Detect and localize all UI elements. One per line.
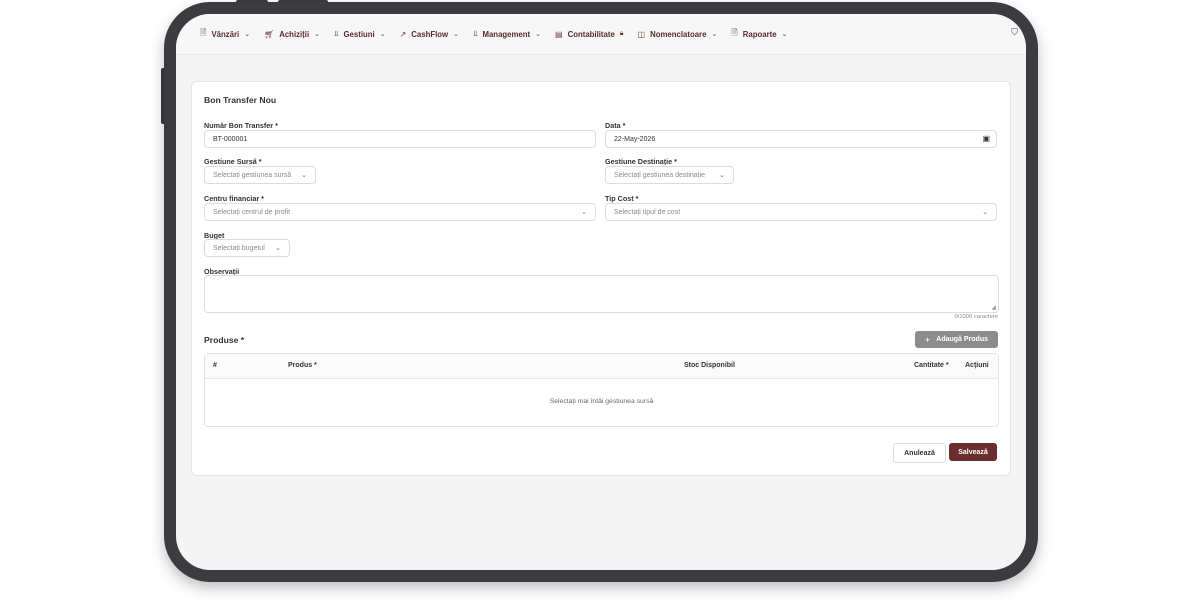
- chevron-down-icon: ⌄: [781, 31, 788, 38]
- nav-label: Contabilitate: [567, 29, 615, 39]
- top-navigation: 🗎 Vânzări ⌄ 🛒︎ Achiziții ⌄ ⫫ Gestiuni ⌄ …: [176, 14, 1026, 55]
- nav-label: Achiziții: [279, 29, 310, 39]
- trend-icon: ↗: [399, 29, 407, 39]
- tablet-frame: 🗎 Vânzări ⌄ 🛒︎ Achiziții ⌄ ⫫ Gestiuni ⌄ …: [164, 2, 1038, 582]
- cancel-button[interactable]: Anulează: [893, 443, 946, 463]
- chevron-down-icon: ⌄: [301, 172, 307, 179]
- chevron-down-icon: ⌄: [379, 31, 386, 38]
- lock-icon: 🔒︎: [619, 30, 624, 37]
- products-title: Produse *: [204, 335, 245, 345]
- nav-label: Nomenclatoare: [650, 29, 707, 39]
- gestiune-destinatie-select[interactable]: Selectați gestiunea destinație ⌄: [605, 166, 734, 184]
- chevron-down-icon: ⌄: [982, 209, 988, 216]
- plus-icon: +: [925, 334, 931, 345]
- gestiune-sursa-placeholder: Selectați gestiunea sursă: [213, 171, 292, 179]
- tip-cost-select[interactable]: Selectați tipul de cost ⌄: [605, 203, 997, 221]
- gestiune-sursa-select[interactable]: Selectați gestiunea sursă ⌄: [204, 166, 316, 184]
- centru-financiar-select[interactable]: Selectați centrul de profit ⌄: [204, 203, 596, 221]
- column-header-stoc: Stoc Disponibil: [684, 362, 735, 369]
- chevron-down-icon: ⌄: [535, 31, 542, 38]
- centru-financiar-placeholder: Selectați centrul de profit: [213, 208, 291, 216]
- bar-chart-icon: ⫫: [333, 29, 339, 38]
- character-counter: 0/1000 caractere: [954, 314, 998, 320]
- buget-placeholder: Selectați bugetul: [213, 244, 265, 252]
- chevron-down-icon: ⌄: [314, 31, 320, 38]
- gestiune-destinatie-placeholder: Selectați gestiunea destinație: [614, 171, 706, 179]
- add-product-label: Adaugă Produs: [936, 336, 988, 343]
- app-screen: 🗎 Vânzări ⌄ 🛒︎ Achiziții ⌄ ⫫ Gestiuni ⌄ …: [176, 14, 1026, 570]
- form-title: Bon Transfer Nou: [204, 95, 277, 105]
- chevron-down-icon: ⌄: [711, 31, 718, 38]
- centru-financiar-label: Centru financiar *: [204, 194, 264, 203]
- numar-label: Număr Bon Transfer *: [204, 121, 278, 130]
- nav-item-achizitii[interactable]: 🛒︎ Achiziții ⌄: [264, 30, 320, 39]
- basket-icon[interactable]: ⛉: [1011, 27, 1018, 38]
- nav-item-nomenclatoare[interactable]: ◫ Nomenclatoare ⌄: [638, 30, 718, 39]
- column-header-index: #: [213, 362, 217, 369]
- book-icon: ◫: [637, 29, 646, 39]
- buget-select[interactable]: Selectați bugetul ⌄: [204, 239, 290, 257]
- date-input[interactable]: 22-May-2026 ▣: [605, 130, 997, 148]
- date-value: 22-May-2026: [614, 135, 656, 143]
- nav-label: Management: [482, 29, 531, 39]
- clipboard-icon: ▤: [555, 29, 563, 39]
- nav-label: Gestiuni: [343, 29, 375, 39]
- add-product-button[interactable]: + Adaugă Produs: [915, 331, 998, 348]
- observatii-textarea[interactable]: ◢: [204, 275, 999, 313]
- bar-chart-icon: ⫫: [472, 29, 478, 38]
- nav-item-cashflow[interactable]: ↗ CashFlow ⌄: [400, 30, 459, 39]
- transfer-form-card: Bon Transfer Nou Număr Bon Transfer * BT…: [191, 81, 1011, 476]
- tip-cost-placeholder: Selectați tipul de cost: [614, 208, 681, 216]
- column-header-actiuni: Acțiuni: [965, 362, 989, 369]
- empty-table-message: Selectați mai întâi gestiunea sursă: [549, 398, 654, 405]
- chevron-down-icon: ⌄: [581, 209, 587, 216]
- nav-item-management[interactable]: ⫫ Management ⌄: [473, 29, 541, 39]
- chevron-down-icon: ⌄: [453, 31, 459, 38]
- resize-handle-icon[interactable]: ◢: [991, 304, 996, 311]
- save-button[interactable]: Salvează: [949, 443, 997, 461]
- numar-bon-input[interactable]: BT-000001: [204, 130, 596, 148]
- table-header: # Produs * Stoc Disponibil Cantitate * A…: [205, 354, 998, 379]
- document-icon: 🗎: [200, 28, 207, 37]
- numar-value: BT-000001: [213, 135, 248, 143]
- document-icon: 🗎: [731, 28, 738, 37]
- nav-label: CashFlow: [411, 29, 449, 39]
- nav-label: Rapoarte: [742, 29, 777, 39]
- chevron-down-icon: ⌄: [244, 31, 251, 38]
- calendar-icon[interactable]: ▣: [982, 134, 990, 143]
- nav-label: Vânzări: [211, 29, 240, 39]
- column-header-cantitate: Cantitate *: [914, 362, 949, 369]
- nav-item-contabilitate[interactable]: ▤ Contabilitate 🔒︎: [555, 30, 624, 39]
- chevron-down-icon: ⌄: [275, 245, 281, 252]
- gestiune-sursa-label: Gestiune Sursă *: [204, 157, 262, 166]
- data-label: Data *: [605, 121, 626, 130]
- nav-item-vanzari[interactable]: 🗎 Vânzări ⌄: [200, 27, 250, 41]
- gestiune-destinatie-label: Gestiune Destinație *: [605, 157, 677, 166]
- nav-item-rapoarte[interactable]: 🗎 Rapoarte ⌄: [731, 27, 787, 41]
- products-table: # Produs * Stoc Disponibil Cantitate * A…: [204, 353, 999, 427]
- nav-item-gestiuni[interactable]: ⫫ Gestiuni ⌄: [334, 29, 386, 39]
- cart-icon: 🛒︎: [264, 29, 275, 39]
- tip-cost-label: Tip Cost *: [605, 194, 639, 203]
- chevron-down-icon: ⌄: [719, 172, 725, 179]
- column-header-produs: Produs *: [288, 362, 317, 369]
